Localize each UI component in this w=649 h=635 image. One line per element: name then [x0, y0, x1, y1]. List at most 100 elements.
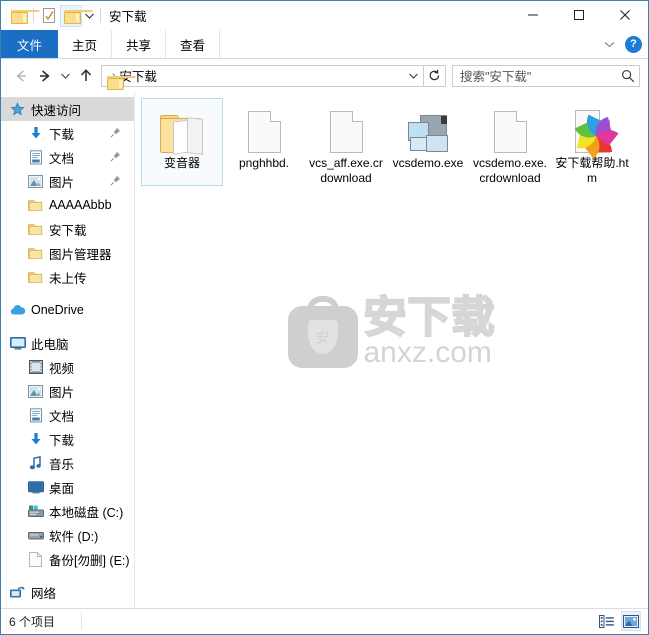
sidebar-item-8[interactable]: OneDrive — [1, 298, 134, 322]
file-item[interactable]: vcsdemo.exe — [387, 98, 469, 186]
sidebar-item-16[interactable]: 本地磁盘 (C:) — [1, 499, 134, 523]
chevron-down-icon[interactable] — [82, 5, 96, 27]
folder-icon — [27, 221, 44, 238]
sidebar-item-label: 本地磁盘 (C:) — [49, 505, 124, 520]
tab-home[interactable]: 主页 — [58, 30, 113, 58]
file-item-label: vcsdemo.exe — [392, 156, 464, 170]
file-item[interactable]: pnghhbd. — [223, 98, 305, 186]
sidebar-item-label: 备份[勿删] (E:) — [49, 553, 130, 568]
site-watermark: 安 安下载 anxz.com — [287, 295, 496, 368]
properties-icon[interactable] — [38, 5, 60, 27]
new-folder-icon[interactable] — [60, 4, 93, 27]
sidebar-item-17[interactable]: 软件 (D:) — [1, 523, 134, 547]
file-item[interactable]: vcsdemo.exe.crdownload — [469, 98, 551, 186]
download-icon — [27, 125, 44, 142]
sidebar-item-label: 安下载 — [49, 223, 87, 238]
file-item-label: pnghhbd. — [238, 156, 290, 170]
blank-document-icon — [320, 103, 372, 153]
video-icon — [27, 359, 44, 376]
sidebar-item-4[interactable]: AAAAAbbb — [1, 193, 134, 217]
file-list-pane[interactable]: 安 安下载 anxz.com 变音器 pnghhbd. vcs_aff.exe.cr… — [134, 92, 648, 608]
blank-document-icon — [484, 103, 536, 153]
tab-file[interactable]: 文件 — [1, 30, 59, 58]
network-icon — [9, 584, 26, 601]
file-item[interactable]: vcs_aff.exe.crdownload — [305, 98, 387, 186]
window-title: 安下载 — [109, 10, 147, 24]
computer-icon — [9, 335, 26, 352]
divider — [81, 613, 82, 630]
search-input[interactable]: 搜索"安下载" — [453, 66, 617, 85]
refresh-button[interactable] — [424, 64, 446, 87]
sidebar-item-label: AAAAAbbb — [49, 198, 112, 212]
recent-locations-chevron-icon[interactable] — [57, 64, 74, 88]
expand-ribbon-chevron-icon[interactable] — [601, 36, 617, 52]
sidebar-item-6[interactable]: 图片管理器 — [1, 241, 134, 265]
close-button[interactable] — [602, 1, 648, 29]
sidebar-item-12[interactable]: 文档 — [1, 403, 134, 427]
sidebar-item-0[interactable]: 快速访问 — [1, 97, 134, 121]
sidebar-item-label: 快速访问 — [31, 103, 82, 118]
explorer-body: 快速访问 下载 文档 图片 AAAAAbbb 安下载 图片管理器 未上传 OneDrive 此电脑… — [1, 92, 648, 608]
music-icon — [27, 455, 44, 472]
title-bar: 安下载 — [1, 1, 648, 30]
watermark-logo-icon: 安 — [287, 296, 358, 368]
sidebar-item-7[interactable]: 未上传 — [1, 265, 134, 289]
sidebar-item-18[interactable]: 备份[勿删] (E:) — [1, 547, 134, 571]
sidebar-item-10[interactable]: 视频 — [1, 355, 134, 379]
drive-icon — [27, 527, 44, 544]
ribbon-actions: ? — [601, 30, 642, 58]
search-icon[interactable] — [617, 69, 639, 83]
sidebar-item-label: 文档 — [49, 151, 75, 166]
sidebar-item-14[interactable]: 音乐 — [1, 451, 134, 475]
sidebar-item-1[interactable]: 下载 — [1, 121, 134, 145]
pin-icon[interactable] — [110, 175, 121, 189]
file-item[interactable]: 变音器 — [141, 98, 223, 186]
download-icon — [27, 431, 44, 448]
sidebar-item-label: 软件 (D:) — [49, 529, 99, 544]
sidebar-item-label: 图片 — [49, 175, 75, 190]
sidebar-item-label: 图片 — [49, 385, 75, 400]
application-icon — [402, 103, 454, 153]
folder-icon[interactable] — [7, 5, 40, 27]
minimize-button[interactable] — [510, 1, 556, 29]
sidebar-item-9[interactable]: 此电脑 — [1, 331, 134, 355]
watermark-shield-char: 安 — [315, 329, 329, 345]
file-item-label: 安下载帮助.htm — [555, 156, 629, 185]
sidebar-item-2[interactable]: 文档 — [1, 145, 134, 169]
desktop-icon — [27, 479, 44, 496]
pin-icon[interactable] — [110, 127, 121, 141]
sidebar-item-label: 音乐 — [49, 457, 75, 472]
sidebar-item-5[interactable]: 安下载 — [1, 217, 134, 241]
details-view-button[interactable] — [596, 611, 616, 631]
drive-blank-icon — [27, 551, 44, 568]
address-dropdown-chevron-icon[interactable] — [403, 66, 423, 86]
pin-icon[interactable] — [110, 151, 121, 165]
sidebar-item-label: 此电脑 — [31, 337, 69, 352]
tab-view[interactable]: 查看 — [166, 30, 221, 58]
search-box[interactable]: 搜索"安下载" — [452, 64, 640, 87]
file-item[interactable]: 安下载帮助.htm — [551, 98, 633, 186]
blank-document-icon — [238, 103, 290, 153]
maximize-button[interactable] — [556, 1, 602, 29]
address-path-box[interactable]: › 安下载 — [101, 64, 424, 90]
large-icons-view-button[interactable] — [621, 611, 641, 631]
picture-icon — [27, 383, 44, 400]
sidebar-item-3[interactable]: 图片 — [1, 169, 134, 193]
window-controls — [510, 1, 648, 29]
back-button[interactable] — [9, 64, 33, 88]
system-drive-icon — [27, 503, 44, 520]
picture-icon — [27, 173, 44, 190]
sidebar-item-19[interactable]: 网络 — [1, 580, 134, 604]
up-button[interactable] — [74, 64, 98, 88]
sidebar-item-15[interactable]: 桌面 — [1, 475, 134, 499]
sidebar-item-11[interactable]: 图片 — [1, 379, 134, 403]
html-document-icon — [566, 103, 619, 158]
sidebar-item-label: 网络 — [31, 586, 57, 601]
sidebar-item-13[interactable]: 下载 — [1, 427, 134, 451]
forward-button[interactable] — [33, 64, 57, 88]
help-button[interactable]: ? — [625, 35, 642, 53]
tab-share[interactable]: 共享 — [112, 30, 167, 58]
